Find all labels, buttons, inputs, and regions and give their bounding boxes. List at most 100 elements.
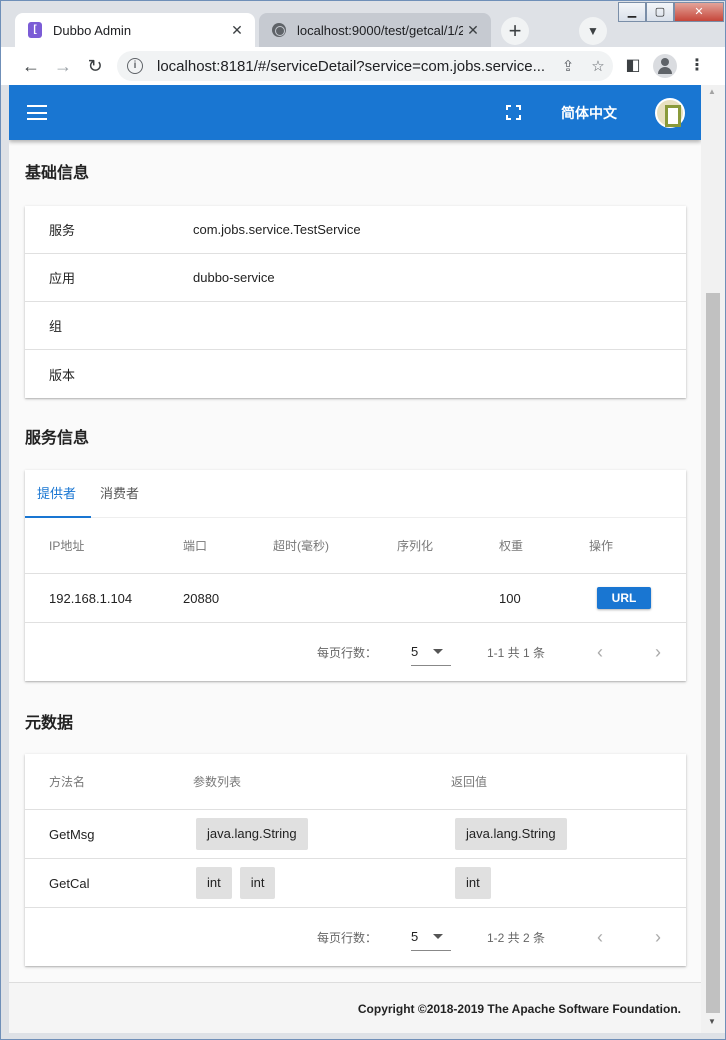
browser-tab-dubbo-admin[interactable]: [ Dubbo Admin ✕ [15,13,255,47]
port-cell: 20880 [183,590,220,606]
table-pagination: 每页行数： 5 1-2 共 2 条 ‹ › [25,908,686,966]
browser-window: [ Dubbo Admin ✕ localhost:9000/test/getc… [0,0,726,1040]
column-header[interactable]: 参数列表 [193,773,451,790]
table-row: GetMsg java.lang.String java.lang.String [25,810,686,859]
page-range-text: 1-1 共 1 条 [487,645,546,660]
chevron-right-icon[interactable]: › [655,927,661,948]
web-page: 简体中文 基础信息 服务 com.jobs.service.TestServic… [9,85,701,1033]
site-info-icon[interactable]: i [127,58,143,74]
minimize-window-button[interactable]: ▁ [618,2,646,22]
browser-tab-getcal[interactable]: localhost:9000/test/getcal/1/2 ✕ [259,13,491,47]
rows-per-page-select[interactable]: 5 [411,638,451,666]
method-cell: GetMsg [49,826,95,842]
chevron-left-icon[interactable]: ‹ [597,642,603,663]
rows-per-page-label: 每页行数： [317,930,378,945]
new-tab-button[interactable]: + [501,17,529,45]
info-row-version: 版本 [25,350,686,398]
info-value: dubbo-service [193,270,275,285]
close-window-button[interactable]: ✕ [674,2,724,22]
forward-arrow-icon[interactable]: → [51,54,75,78]
rows-per-page-label: 每页行数： [317,645,378,660]
maximize-window-button[interactable]: ▢ [646,2,674,22]
return-chip: java.lang.String [455,818,567,850]
reload-icon[interactable]: ↻ [83,54,107,78]
active-tab-indicator [25,516,91,518]
info-label: 应用 [49,271,76,286]
table-row: GetCal int int int [25,859,686,908]
basic-info-title: 基础信息 [25,165,90,182]
column-header[interactable]: 权重 [499,537,589,554]
close-tab-icon[interactable]: ✕ [227,22,247,39]
page-range-text: 1-2 共 2 条 [487,930,546,945]
column-header[interactable]: IP地址 [25,537,183,554]
column-header[interactable]: 端口 [183,537,273,554]
rows-per-page-select[interactable]: 5 [411,923,451,951]
table-header: IP地址 端口 超时(毫秒) 序列化 权重 操作 [25,518,686,574]
scrollbar-thumb[interactable] [706,293,720,1013]
metadata-card: 方法名 参数列表 返回值 GetMsg java.lang.String jav… [25,754,686,966]
chevron-left-icon[interactable]: ‹ [597,927,603,948]
params-cell: int int [196,867,455,899]
tab-consumers[interactable]: 消费者 [88,470,151,517]
scroll-down-arrow-icon[interactable]: ▼ [708,1017,716,1026]
column-header: 操作 [589,539,614,553]
table-pagination: 每页行数： 5 1-1 共 1 条 ‹ › [25,623,686,681]
bookmark-star-icon[interactable]: ☆ [587,57,609,75]
info-label: 服务 [49,223,76,238]
back-arrow-icon[interactable]: ← [19,54,43,78]
column-header[interactable]: 序列化 [397,537,499,554]
column-header[interactable]: 方法名 [25,773,193,790]
info-value: com.jobs.service.TestService [193,222,361,237]
column-header[interactable]: 超时(毫秒) [273,537,397,554]
tab-strip: [ Dubbo Admin ✕ localhost:9000/test/getc… [1,1,725,47]
address-url[interactable]: localhost:8181/#/serviceDetail?service=c… [157,58,549,75]
caret-down-icon [433,934,443,939]
dubbo-favicon-icon: [ [27,22,43,38]
info-row-application: 应用 dubbo-service [25,254,686,302]
tab-providers[interactable]: 提供者 [25,470,88,517]
info-row-service: 服务 com.jobs.service.TestService [25,206,686,254]
fullscreen-icon[interactable] [506,105,521,120]
rows-per-page-value: 5 [411,929,419,944]
info-label: 版本 [49,367,76,383]
column-header[interactable]: 返回值 [451,773,487,790]
browser-toolbar: ← → ↻ i localhost:8181/#/serviceDetail?s… [1,47,725,85]
scroll-up-arrow-icon[interactable]: ▲ [708,87,716,96]
chevron-right-icon[interactable]: › [655,642,661,663]
return-chip: int [455,867,491,899]
basic-info-card: 服务 com.jobs.service.TestService 应用 dubbo… [25,206,686,398]
metadata-title: 元数据 [25,715,74,732]
app-bar: 简体中文 [9,85,701,140]
service-info-card: 提供者 消费者 IP地址 端口 超时(毫秒) 序列化 权重 操作 192.168… [25,470,686,681]
tab-title: localhost:9000/test/getcal/1/2 [297,22,463,38]
param-chip: int [196,867,232,899]
copyright-text: Copyright ©2018-2019 The Apache Software… [357,1002,681,1016]
side-panel-icon[interactable]: ◧ [623,56,643,76]
table-header: 方法名 参数列表 返回值 [25,754,686,810]
profile-avatar-icon[interactable] [653,54,677,78]
url-button[interactable]: URL [597,587,651,609]
returns-cell: java.lang.String [455,818,575,850]
language-switch[interactable]: 简体中文 [561,103,617,123]
tab-title: Dubbo Admin [53,22,132,38]
returns-cell: int [455,867,499,899]
info-row-group: 组 [25,302,686,350]
table-row: 192.168.1.104 20880 100 URL [25,574,686,623]
caret-down-icon [433,649,443,654]
menu-kebab-icon[interactable]: ⋮ [687,56,707,76]
param-chip: int [239,867,276,899]
service-info-title: 服务信息 [25,430,90,447]
close-tab-icon[interactable]: ✕ [463,22,483,39]
params-cell: java.lang.String [196,818,455,850]
user-avatar[interactable] [655,98,685,128]
tab-search-chevron-icon[interactable]: ▼ [579,17,607,45]
menu-hamburger-icon[interactable] [27,105,47,120]
page-scrollbar[interactable]: ▲ ▼ [701,85,725,1033]
address-bar[interactable]: i localhost:8181/#/serviceDetail?service… [117,51,613,81]
weight-cell: 100 [499,590,521,606]
method-cell: GetCal [49,875,90,891]
provider-consumer-tabs: 提供者 消费者 [25,470,686,518]
share-icon[interactable]: ⇪ [557,57,579,75]
rows-per-page-value: 5 [411,644,419,659]
ip-cell: 192.168.1.104 [49,590,133,606]
